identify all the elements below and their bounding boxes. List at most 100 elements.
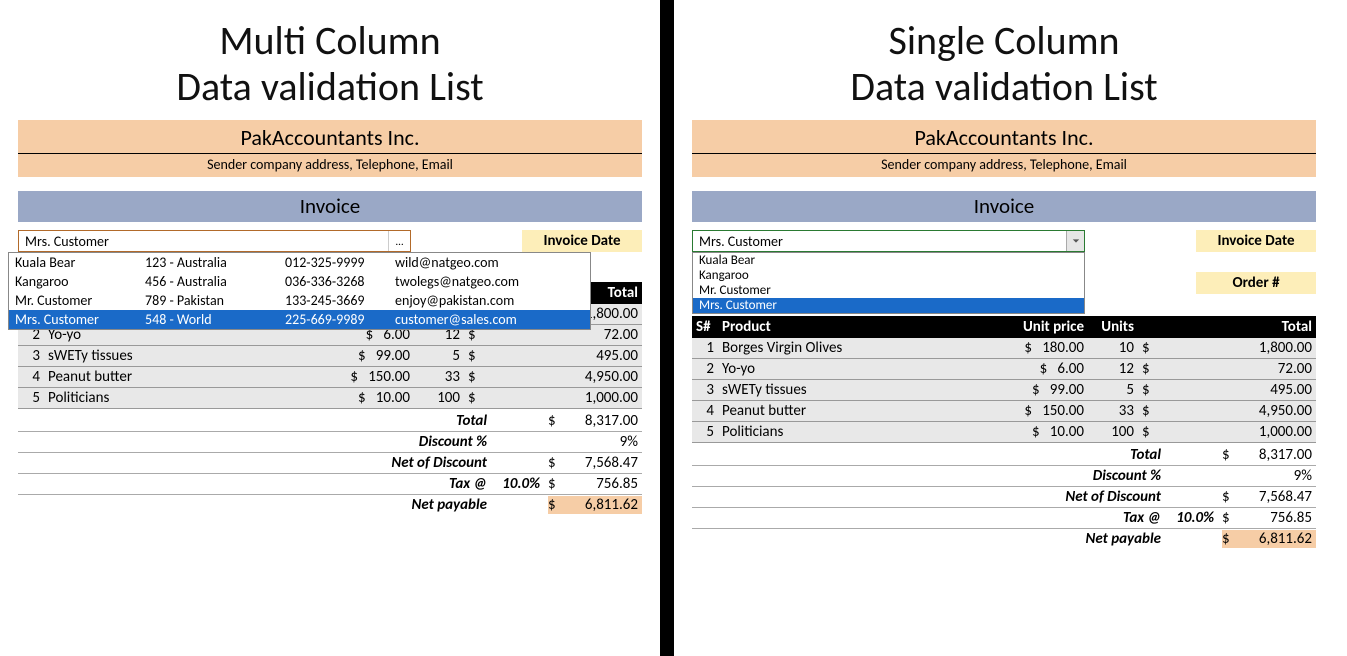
dropdown-option[interactable]: Mr. Customer789 - Pakistan133-245-3669en… [9, 291, 590, 310]
chevron-down-icon [1072, 237, 1080, 245]
tax-rate: 10.0% [1167, 509, 1222, 527]
cell-sn: 1 [692, 338, 718, 359]
option-email: wild@natgeo.com [395, 254, 584, 271]
cell-sn: 4 [18, 367, 44, 388]
dropdown-button[interactable] [1066, 231, 1084, 251]
cell-product: Politicians [718, 422, 998, 443]
tax-label: Tax @ [18, 475, 493, 493]
table-row[interactable]: 2Yo-yo$ 6.0012$72.00 [692, 359, 1316, 380]
cell-total: 495.00 [480, 346, 642, 367]
customer-combo[interactable]: … Kuala Bear123 - Australia012-325-9999w… [18, 230, 411, 252]
invoice-table: S# Product Unit price Units Total 1Borge… [692, 316, 1316, 443]
table-row[interactable]: 4Peanut butter$ 150.0033$4,950.00 [692, 401, 1316, 422]
dropdown-option[interactable]: Kuala Bear123 - Australia012-325-9999wil… [9, 253, 590, 272]
cell-sn: 5 [18, 388, 44, 409]
dropdown-option[interactable]: Mrs. Customer548 - World225-669-9989cust… [9, 310, 590, 329]
title-line2: Data validation List [850, 62, 1157, 111]
cell-product: sWETy tissues [718, 380, 998, 401]
cell-currency: $ [1138, 338, 1154, 359]
cell-units: 33 [1088, 401, 1138, 422]
pane-multi-column: Multi Column Data validation List PakAcc… [0, 0, 660, 656]
totals-block: Total $ 8,317.00 Discount % 9% Net of Di… [18, 411, 642, 515]
net-discount-value: 7,568.47 [1236, 488, 1316, 506]
customer-combo[interactable]: Kuala BearKangarooMr. CustomerMrs. Custo… [692, 230, 1085, 294]
customer-dropdown-list[interactable]: Kuala Bear123 - Australia012-325-9999wil… [8, 252, 591, 330]
dropdown-option[interactable]: Kangaroo456 - Australia036-336-3268twole… [9, 272, 590, 291]
cell-currency: $ [1138, 422, 1154, 443]
cell-unit-price: $ 180.00 [998, 338, 1088, 359]
cell-unit-price: $ 150.00 [998, 401, 1088, 422]
tax-value: 756.85 [1236, 509, 1316, 527]
discount-label: Discount % [18, 433, 493, 451]
dropdown-option[interactable]: Kangaroo [693, 268, 1084, 283]
option-name: Kuala Bear [15, 254, 145, 271]
invoice-heading: Invoice [18, 191, 642, 222]
cell-currency: $ [464, 346, 480, 367]
col-sn: S# [692, 316, 718, 338]
cell-sn: 5 [692, 422, 718, 443]
customer-dropdown-list[interactable]: Kuala BearKangarooMr. CustomerMrs. Custo… [692, 252, 1085, 314]
cell-unit-price: $ 150.00 [324, 367, 414, 388]
cell-total: 4,950.00 [1154, 401, 1316, 422]
option-phone: 036-336-3268 [285, 273, 395, 290]
option-email: enjoy@pakistan.com [395, 292, 584, 309]
discount-label: Discount % [692, 467, 1167, 485]
table-row[interactable]: 3sWETy tissues$ 99.005$495.00 [18, 346, 642, 367]
dropdown-option[interactable]: Kuala Bear [693, 253, 1084, 268]
totals-block: Total $ 8,317.00 Discount % 9% Net of Di… [692, 445, 1316, 549]
discount-value: 9% [1236, 467, 1316, 485]
cell-units: 12 [1088, 359, 1138, 380]
cell-unit-price: $ 99.00 [324, 346, 414, 367]
table-row[interactable]: 5Politicians$ 10.00100$1,000.00 [692, 422, 1316, 443]
cell-sn: 3 [18, 346, 44, 367]
cell-units: 10 [1088, 338, 1138, 359]
col-unit-price: Unit price [998, 316, 1088, 338]
table-row[interactable]: 5Politicians$ 10.00100$1,000.00 [18, 388, 642, 409]
option-phone: 133-245-3669 [285, 292, 395, 309]
tax-value: 756.85 [562, 475, 642, 493]
net-payable-label: Net payable [692, 530, 1167, 548]
cell-product: Politicians [44, 388, 324, 409]
cell-units: 100 [414, 388, 464, 409]
option-email: twolegs@natgeo.com [395, 273, 584, 290]
cell-units: 5 [1088, 380, 1138, 401]
dropdown-option[interactable]: Mr. Customer [693, 283, 1084, 298]
customer-input[interactable] [19, 231, 388, 251]
pane-divider [660, 0, 674, 656]
currency: $ [548, 412, 562, 430]
invoice-date-label: Invoice Date [1196, 230, 1316, 252]
company-sub: Sender company address, Telephone, Email [692, 154, 1316, 177]
pane-title: Multi Column Data validation List [18, 18, 642, 110]
company-band: PakAccountants Inc. [692, 120, 1316, 154]
customer-input[interactable] [693, 231, 1066, 251]
dropdown-button[interactable]: … [388, 231, 410, 251]
dropdown-option[interactable]: Mrs. Customer [693, 298, 1084, 313]
cell-sn: 4 [692, 401, 718, 422]
col-units: Units [1088, 316, 1138, 338]
order-number-label: Order # [1196, 272, 1316, 294]
cell-unit-price: $ 10.00 [998, 422, 1088, 443]
cell-product: Yo-yo [718, 359, 998, 380]
cell-currency: $ [464, 367, 480, 388]
invoice-heading: Invoice [692, 191, 1316, 222]
option-address: 789 - Pakistan [145, 292, 285, 309]
company-band: PakAccountants Inc. [18, 120, 642, 154]
title-line1: Single Column [888, 16, 1119, 65]
option-phone: 012-325-9999 [285, 254, 395, 271]
table-row[interactable]: 3sWETy tissues$ 99.005$495.00 [692, 380, 1316, 401]
cell-unit-price: $ 6.00 [998, 359, 1088, 380]
cell-product: Borges Virgin Olives [718, 338, 998, 359]
cell-unit-price: $ 10.00 [324, 388, 414, 409]
table-row[interactable]: 4Peanut butter$ 150.0033$4,950.00 [18, 367, 642, 388]
option-address: 548 - World [145, 311, 285, 328]
table-row[interactable]: 1Borges Virgin Olives$ 180.0010$1,800.00 [692, 338, 1316, 359]
cell-sn: 2 [692, 359, 718, 380]
discount-value: 9% [562, 433, 642, 451]
net-discount-label: Net of Discount [18, 454, 493, 472]
col-total: Total [1138, 316, 1316, 338]
option-address: 123 - Australia [145, 254, 285, 271]
total-value: 8,317.00 [1236, 446, 1316, 464]
tax-rate: 10.0% [493, 475, 548, 493]
invoice-date-label: Invoice Date [522, 230, 642, 252]
option-name: Kangaroo [15, 273, 145, 290]
